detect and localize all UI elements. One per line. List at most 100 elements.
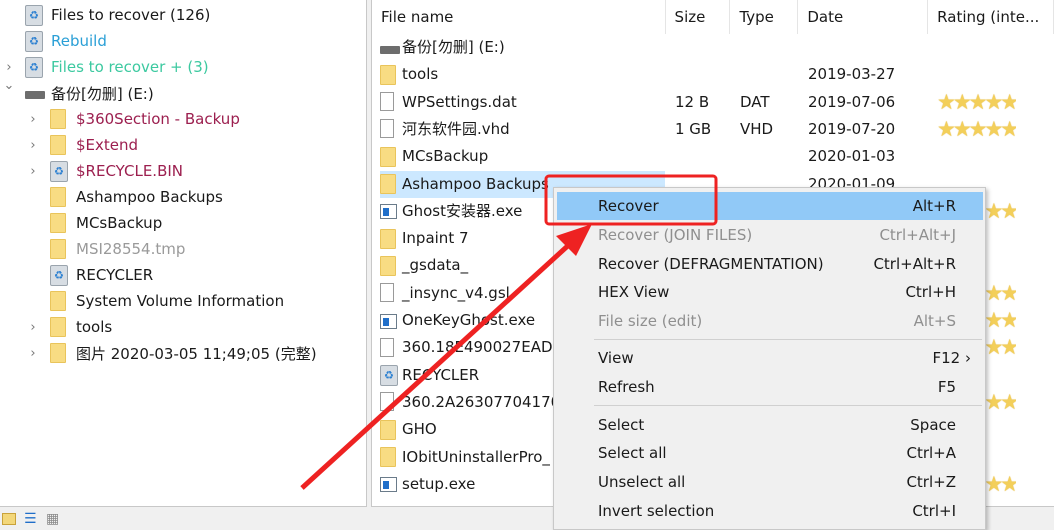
file-size: 12 B [675, 92, 710, 111]
menu-item-label: Refresh [598, 378, 655, 396]
tree-item[interactable]: › $360Section - Backup [30, 106, 240, 132]
tree-item-label: 图片 2020-03-05 11;49;05 (完整) [76, 344, 317, 363]
file-name: WPSettings.dat [402, 92, 517, 111]
folder-icon [50, 109, 68, 129]
file-row[interactable]: 河东软件园.vhd 1 GB VHD 2019-07-20 ★★★★★ [372, 116, 1054, 143]
tree-item[interactable]: › ♻ $RECYCLE.BIN [30, 158, 183, 184]
menu-item-label: Invert selection [598, 502, 715, 520]
column-header[interactable]: Date [798, 0, 929, 34]
file-icon [380, 119, 398, 139]
menu-item-shortcut: Ctrl+Z [906, 473, 956, 491]
tree-item-label: MCsBackup [76, 214, 163, 232]
menu-item-shortcut: F5 [937, 378, 956, 396]
tree-item-label: MSI28554.tmp [76, 240, 186, 258]
menu-item-select[interactable]: Select Space [557, 411, 983, 439]
menu-item-view[interactable]: View F12 › [557, 344, 983, 372]
tree-item[interactable]: ♻ RECYCLER [50, 262, 153, 288]
chevron-right-icon[interactable]: › [26, 164, 40, 179]
chevron-right-icon[interactable]: › [26, 112, 40, 127]
column-header[interactable]: Type [730, 0, 799, 34]
chevron-right-icon[interactable]: › [2, 60, 16, 75]
column-header-row: File name Size Type Date Rating (inte... [372, 0, 1054, 34]
recycle-bin-icon: ♻ [50, 161, 68, 182]
file-date: 2019-07-20 [808, 119, 896, 138]
folder-icon [380, 447, 398, 467]
tree-item[interactable]: System Volume Information [50, 288, 284, 314]
file-name: OneKeyGhost.exe [402, 311, 536, 329]
folder-icon [50, 343, 68, 363]
menu-item-invert-selection[interactable]: Invert selection Ctrl+I [557, 497, 983, 525]
recycle-bin-icon: ♻ [25, 5, 43, 26]
menu-item-recover-join-files[interactable]: Recover (JOIN FILES) Ctrl+Alt+J [557, 221, 983, 249]
chevron-right-icon[interactable]: › [26, 138, 40, 153]
drive-icon [380, 38, 400, 58]
tree-item[interactable]: MSI28554.tmp [50, 236, 185, 262]
tree-item[interactable]: ♻ Rebuild [25, 28, 107, 54]
tree-item[interactable]: MCsBackup [50, 210, 162, 236]
menu-item-label: File size (edit) [598, 312, 703, 330]
file-row[interactable]: 备份[勿删] (E:) [372, 34, 1054, 61]
menu-item-hex-view[interactable]: HEX View Ctrl+H [557, 278, 983, 306]
menu-item-recover-defragmentation[interactable]: Recover (DEFRAGMENTATION) Ctrl+Alt+R [557, 250, 983, 278]
exe-icon [380, 474, 398, 494]
menu-item-shortcut: Ctrl+H [905, 283, 956, 301]
tree-item[interactable]: › $Extend [30, 132, 139, 158]
tree-item-label: Rebuild [51, 32, 107, 50]
tree-item[interactable]: Ashampoo Backups [50, 184, 223, 210]
column-header[interactable]: Size [666, 0, 731, 34]
column-header[interactable]: File name [372, 0, 666, 34]
menu-item-shortcut: Ctrl+I [912, 502, 956, 520]
tree-item[interactable]: ♻ Files to recover (126) [25, 2, 210, 28]
file-name: _insync_v4.gsl [402, 283, 510, 302]
context-menu: Recover Alt+R Recover (JOIN FILES) Ctrl+Alt… [553, 187, 986, 530]
tree-item-label: Ashampoo Backups [76, 188, 223, 206]
menu-item-shortcut: Alt+S [913, 312, 956, 330]
recycle-bin-icon: ♻ [25, 57, 43, 78]
menu-item-label: Select all [598, 444, 667, 462]
file-row[interactable]: tools 2019-03-27 [372, 61, 1054, 88]
menu-item-recover[interactable]: Recover Alt+R [557, 192, 983, 220]
tree-view-icon[interactable] [2, 513, 16, 525]
folder-icon [380, 419, 398, 440]
folder-icon [50, 135, 68, 155]
file-date: 2020-01-03 [808, 147, 896, 166]
folder-tree-panel[interactable]: ♻ Files to recover (126) ♻ Rebuild › ♻ Files t… [0, 0, 367, 507]
menu-item-label: View [598, 349, 634, 367]
menu-item-label: Unselect all [598, 473, 686, 491]
grid-view-icon[interactable]: ▦ [46, 512, 59, 526]
list-view-icon[interactable]: ☰ [24, 512, 37, 526]
folder-icon [380, 174, 398, 194]
menu-item-shortcut: F12 › [932, 349, 971, 367]
file-name: 360.18E490027EAD1 [402, 338, 563, 357]
tree-item-label: System Volume Information [76, 292, 285, 310]
file-name: 360.2A26307704170 [402, 392, 561, 411]
file-name: IObitUninstallerPro_ [402, 447, 550, 466]
folder-icon [50, 213, 68, 233]
file-name: _gsdata_ [402, 256, 469, 275]
column-header[interactable]: Rating (inte... [928, 0, 1054, 34]
tree-item-label: Files to recover + (3) [51, 58, 209, 76]
menu-item-unselect-all[interactable]: Unselect all Ctrl+Z [557, 468, 983, 496]
folder-icon [380, 146, 398, 167]
file-icon [380, 337, 398, 358]
tree-item-label: $Extend [76, 136, 139, 154]
recycle-bin-icon: ♻ [50, 265, 68, 286]
menu-item-label: Recover (JOIN FILES) [598, 226, 753, 244]
tree-item[interactable]: › 图片 2020-03-05 11;49;05 (完整) [30, 340, 317, 366]
file-row[interactable]: WPSettings.dat 12 B DAT 2019-07-06 ★★★★★ [372, 89, 1054, 116]
chevron-right-icon[interactable]: › [26, 320, 40, 335]
tree-item[interactable]: › ♻ Files to recover + (3) [6, 54, 209, 80]
tree-item[interactable]: ⌄ 备份[勿删] (E:) [4, 78, 154, 106]
file-type: DAT [740, 92, 770, 111]
file-size: 1 GB [675, 119, 712, 138]
file-name: GHO [402, 420, 437, 439]
menu-item-file-size-edit[interactable]: File size (edit) Alt+S [557, 307, 983, 335]
chevron-down-icon[interactable]: ⌄ [2, 78, 16, 93]
menu-item-select-all[interactable]: Select all Ctrl+A [557, 439, 983, 467]
folder-icon [50, 291, 68, 311]
tree-item[interactable]: › tools [30, 314, 112, 340]
file-row[interactable]: MCsBackup 2020-01-03 [372, 143, 1054, 170]
tree-item-label: Files to recover (126) [51, 6, 211, 24]
chevron-right-icon[interactable]: › [26, 346, 40, 361]
menu-item-refresh[interactable]: Refresh F5 [557, 373, 983, 401]
